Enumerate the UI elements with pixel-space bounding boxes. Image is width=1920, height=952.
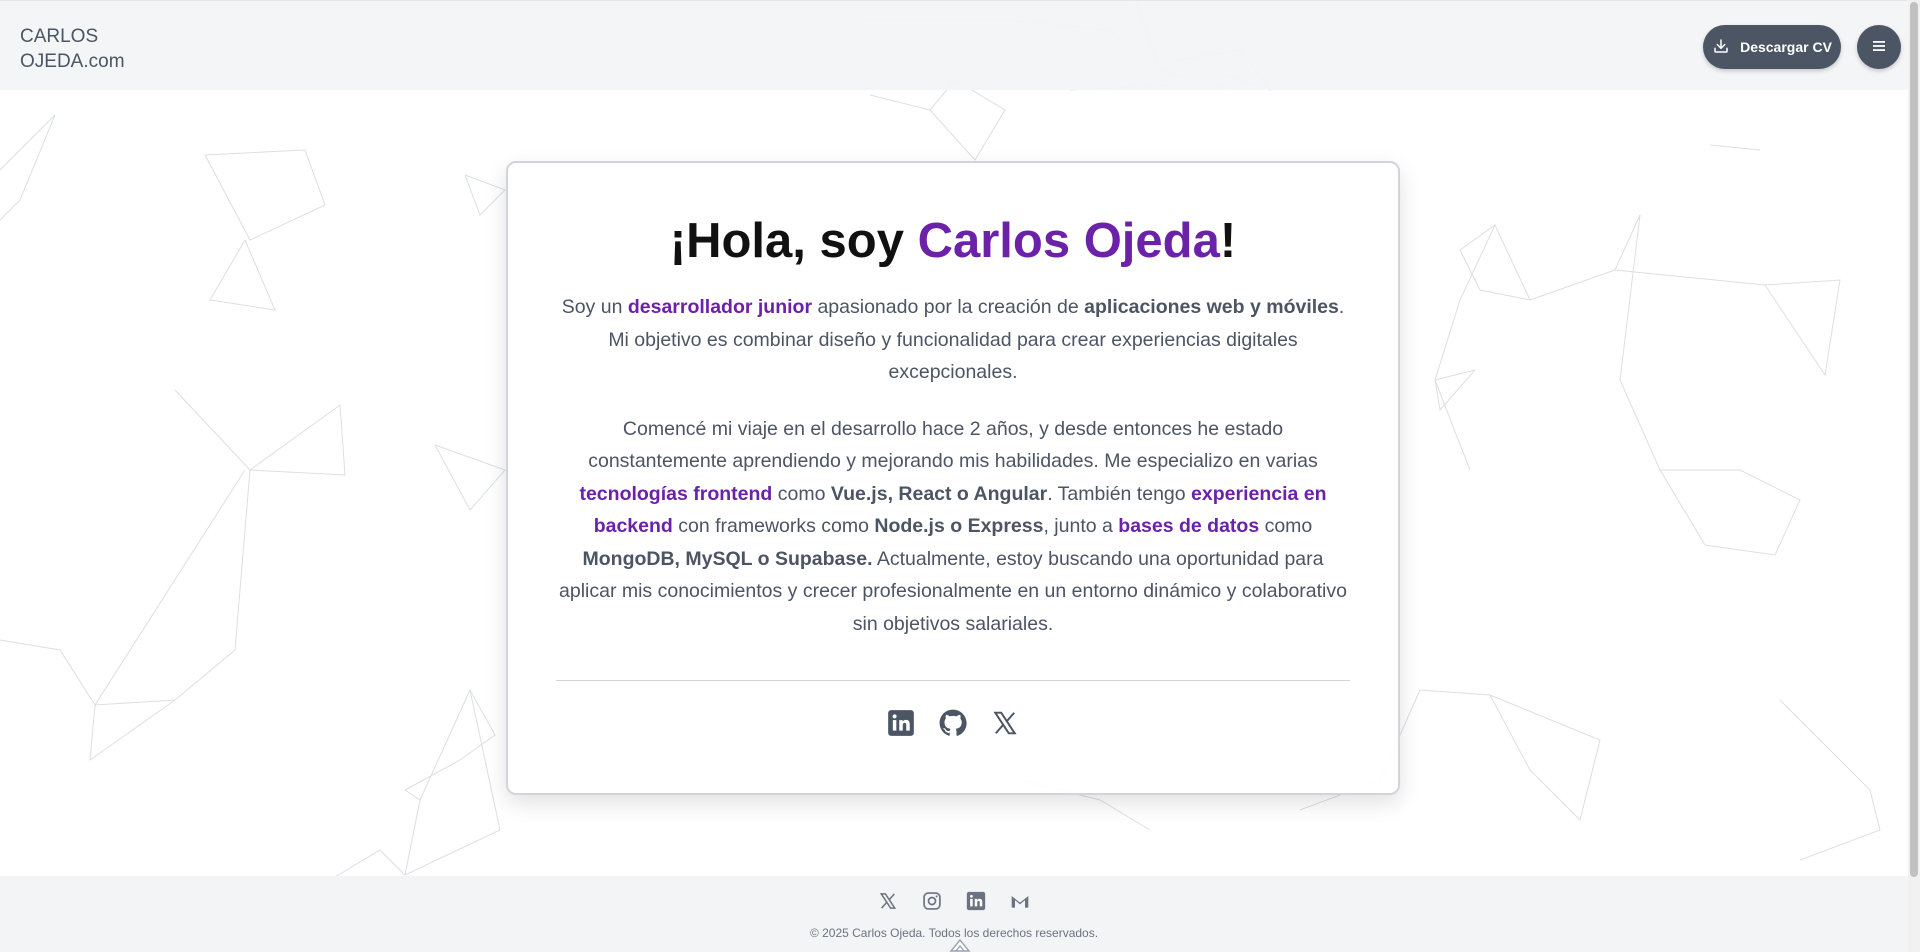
site-header: CARLOS OJEDA.com Descargar CV bbox=[0, 0, 1908, 90]
intro-paragraph-1-segment: aplicaciones web y móviles bbox=[1084, 296, 1339, 318]
menu-icon bbox=[1871, 39, 1887, 56]
instagram-icon[interactable] bbox=[921, 890, 943, 912]
scrollbar-thumb[interactable] bbox=[1910, 2, 1918, 877]
intro-paragraph-2: Comencé mi viaje en el desarrollo hace 2… bbox=[558, 413, 1348, 641]
intro-paragraph-2-segment: Vue.js, React o Angular bbox=[830, 482, 1048, 505]
brand-logo-text[interactable]: CARLOS OJEDA.com bbox=[20, 24, 125, 74]
intro-paragraph-2-segment: Comencé mi viaje en el desarrollo hace 2… bbox=[588, 417, 1318, 473]
intro-card: ¡Hola, soy Carlos Ojeda! Soy un desarrol… bbox=[506, 161, 1400, 795]
brand-line-2: OJEDA.com bbox=[20, 51, 125, 72]
intro-paragraph-2-segment: como bbox=[772, 482, 831, 505]
card-divider bbox=[556, 680, 1350, 681]
footer-social-links bbox=[0, 890, 1908, 912]
intro-paragraph-1: Soy un desarrollador junior apasionado p… bbox=[558, 291, 1348, 389]
title-suffix: ! bbox=[1219, 214, 1237, 268]
title-prefix: ¡Hola, soy bbox=[669, 214, 918, 268]
intro-paragraph-1-segment: apasionado por la creación de bbox=[812, 296, 1085, 318]
intro-paragraph-2-segment: Node.js o Express bbox=[874, 515, 1044, 537]
intro-paragraph-2-segment: como bbox=[1259, 515, 1313, 537]
github-icon[interactable] bbox=[938, 708, 968, 738]
intro-paragraph-1-segment: desarrollador junior bbox=[627, 296, 813, 318]
intro-paragraph-2-segment: con frameworks como bbox=[672, 515, 875, 537]
page-scrollbar[interactable] bbox=[1908, 0, 1920, 952]
x-icon[interactable] bbox=[877, 890, 899, 912]
title-name: Carlos Ojeda bbox=[917, 214, 1220, 268]
gmail-icon[interactable] bbox=[1009, 890, 1031, 912]
brand-line-1: CARLOS bbox=[20, 26, 99, 47]
download-cv-button[interactable]: Descargar CV bbox=[1703, 25, 1841, 69]
x-icon[interactable] bbox=[990, 708, 1020, 738]
download-icon bbox=[1712, 37, 1730, 58]
linkedin-icon[interactable] bbox=[886, 708, 916, 738]
hamburger-menu-button[interactable] bbox=[1857, 25, 1901, 69]
card-social-links bbox=[508, 708, 1398, 738]
triangle-logo-icon bbox=[949, 938, 971, 952]
intro-paragraph-2-segment: tecnologías frontend bbox=[579, 482, 773, 505]
intro-paragraph-2-segment: . También tengo bbox=[1047, 482, 1192, 505]
intro-paragraph-1-segment: Soy un bbox=[561, 296, 628, 318]
intro-paragraph-2-segment: , junto a bbox=[1043, 515, 1119, 537]
page: CARLOS OJEDA.com Descargar CV ¡Hola, soy… bbox=[0, 0, 1920, 952]
download-cv-label: Descargar CV bbox=[1740, 39, 1832, 55]
hero-title: ¡Hola, soy Carlos Ojeda! bbox=[508, 211, 1398, 271]
intro-paragraph-2-segment: bases de datos bbox=[1118, 515, 1260, 537]
linkedin-icon[interactable] bbox=[965, 890, 987, 912]
intro-paragraph-2-segment: MongoDB, MySQL o Supabase. bbox=[582, 547, 873, 570]
